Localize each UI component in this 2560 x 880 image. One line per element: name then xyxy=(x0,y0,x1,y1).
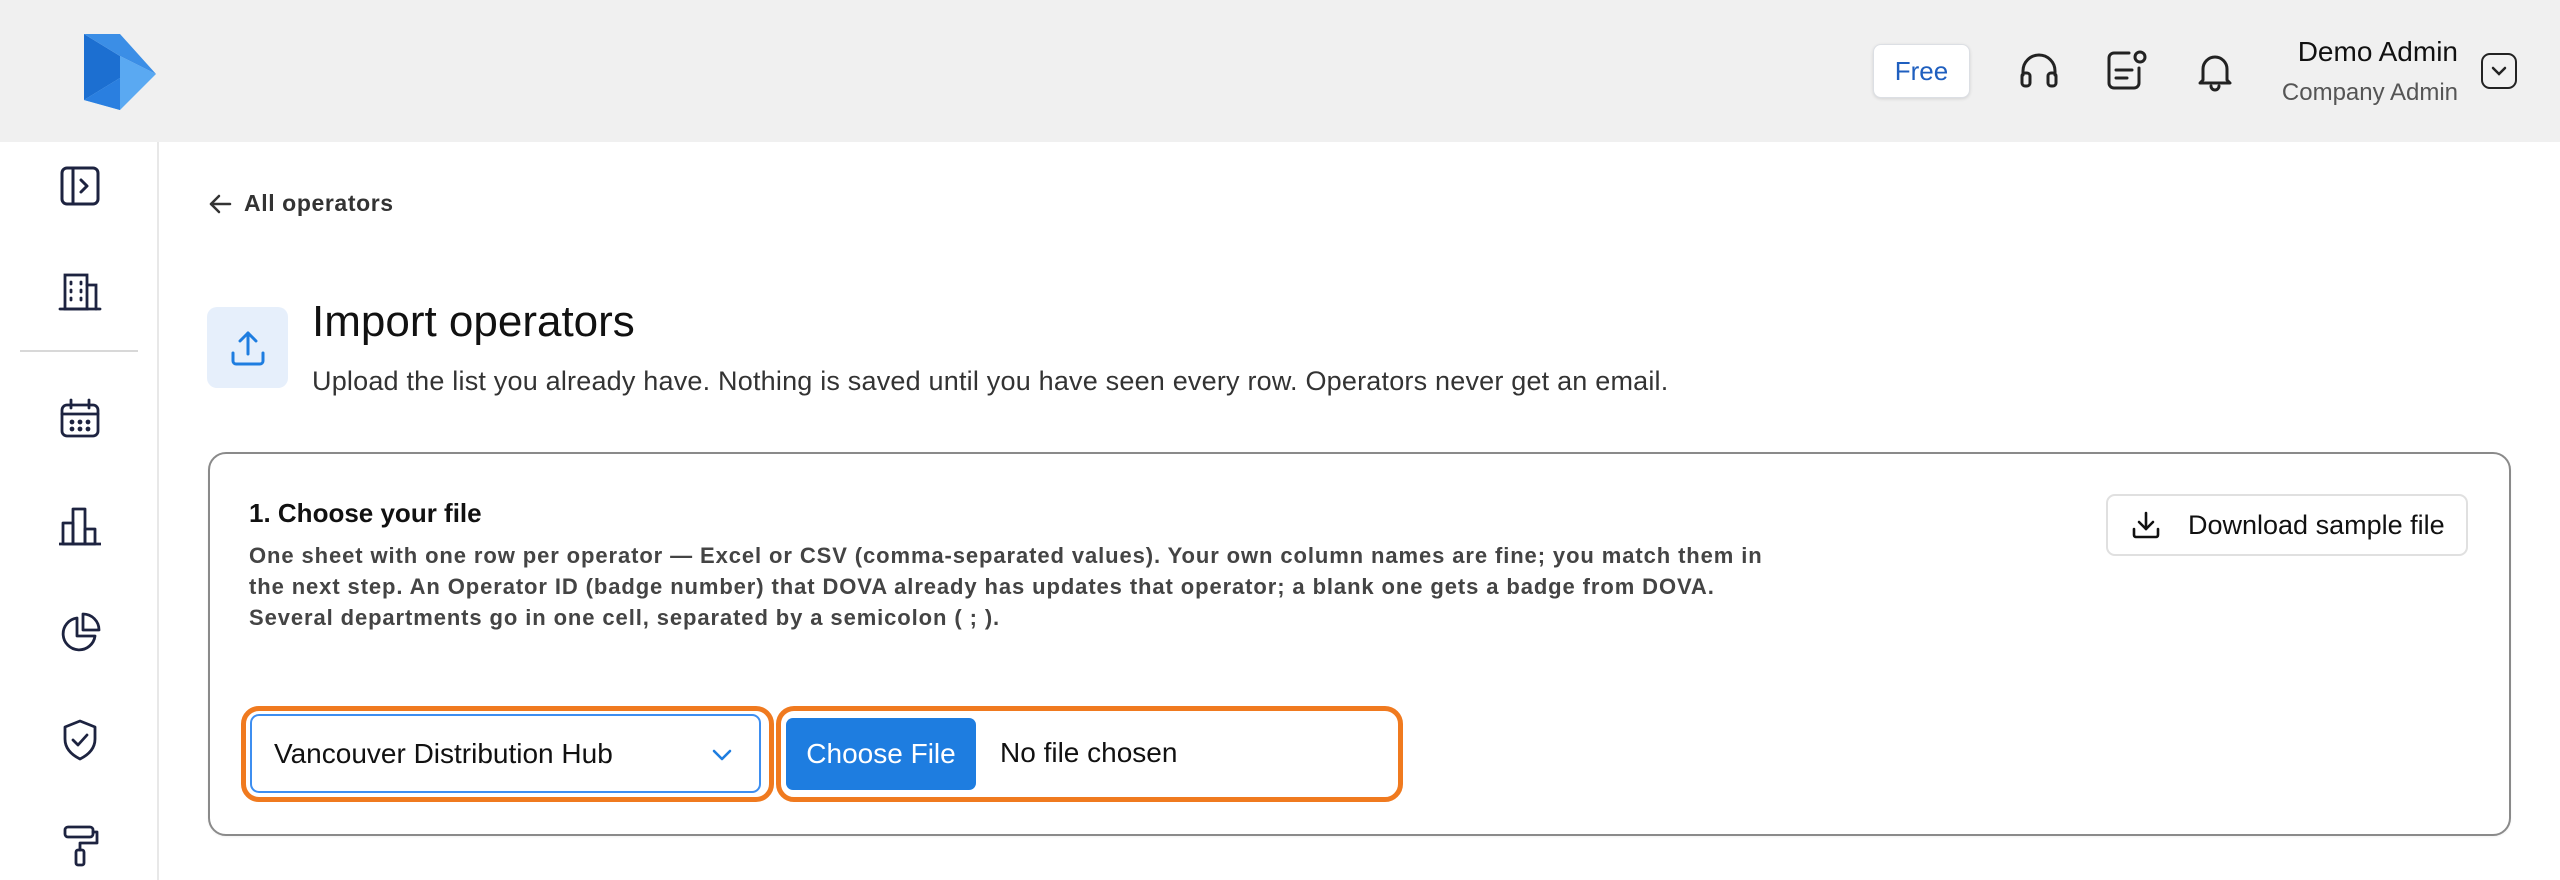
headset-icon[interactable] xyxy=(2014,46,2064,96)
calendar-icon[interactable] xyxy=(52,391,108,447)
site-select[interactable]: Vancouver Distribution Hub xyxy=(250,714,761,793)
upload-icon xyxy=(207,307,288,388)
sidebar xyxy=(0,142,159,880)
paint-roller-icon[interactable] xyxy=(52,818,108,874)
top-bar: Free Demo Admin Company Admin xyxy=(0,0,2560,142)
app-logo[interactable] xyxy=(80,30,160,114)
back-to-operators-link[interactable]: All operators xyxy=(208,190,394,217)
download-icon xyxy=(2132,511,2160,539)
chevron-down-icon[interactable] xyxy=(2481,53,2517,89)
sidebar-toggle-icon[interactable] xyxy=(52,158,108,214)
file-status: No file chosen xyxy=(1000,737,1178,768)
page-title: Import operators xyxy=(312,297,635,346)
chevron-down-icon xyxy=(712,749,732,761)
bar-chart-icon[interactable] xyxy=(52,498,108,554)
building-icon[interactable] xyxy=(52,264,108,320)
step-description: One sheet with one row per operator — Ex… xyxy=(249,543,1763,630)
arrow-left-icon xyxy=(209,194,232,213)
user-role: Company Admin xyxy=(2281,79,2458,106)
sidebar-divider xyxy=(20,350,138,352)
step-title: 1. Choose your file xyxy=(249,498,482,528)
download-sample-button[interactable]: Download sample file xyxy=(2106,494,2468,556)
choose-file-button[interactable]: Choose File xyxy=(786,718,976,790)
user-name: Demo Admin xyxy=(2297,36,2458,67)
back-link-label: All operators xyxy=(244,190,394,216)
pie-chart-icon[interactable] xyxy=(52,605,108,661)
site-select-value: Vancouver Distribution Hub xyxy=(274,737,613,769)
download-sample-label: Download sample file xyxy=(2188,509,2445,540)
page-subtitle: Upload the list you already have. Nothin… xyxy=(312,366,1669,396)
shield-check-icon[interactable] xyxy=(52,712,108,768)
notes-icon[interactable] xyxy=(2101,46,2151,96)
plan-badge-button[interactable]: Free xyxy=(1873,44,1970,98)
